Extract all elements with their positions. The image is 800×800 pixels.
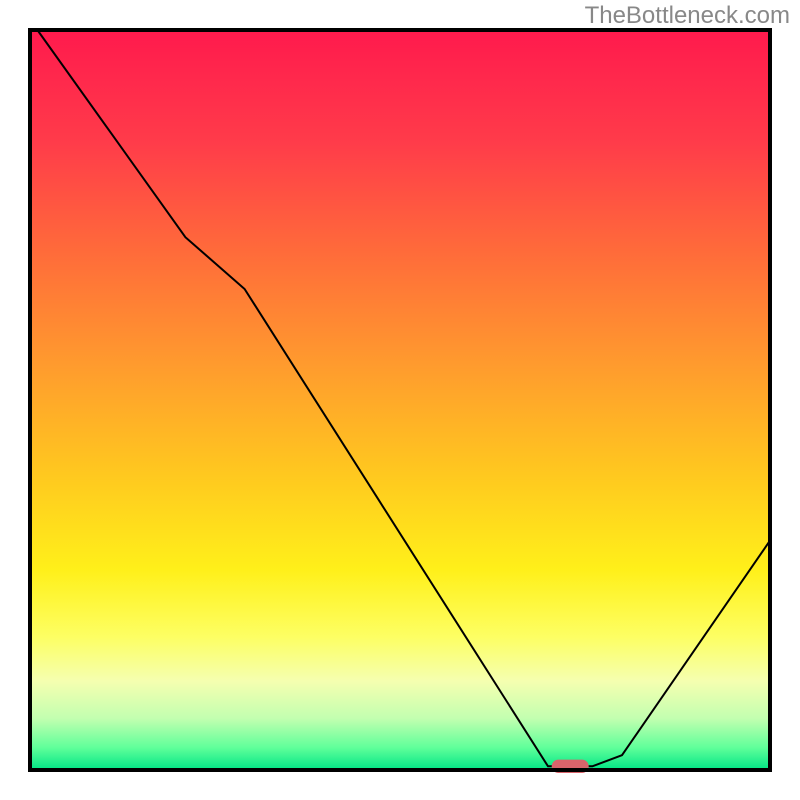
chart-svg (0, 0, 800, 800)
gradient-background (30, 30, 770, 770)
chart-container: TheBottleneck.com (0, 0, 800, 800)
watermark-text: TheBottleneck.com (585, 2, 790, 30)
